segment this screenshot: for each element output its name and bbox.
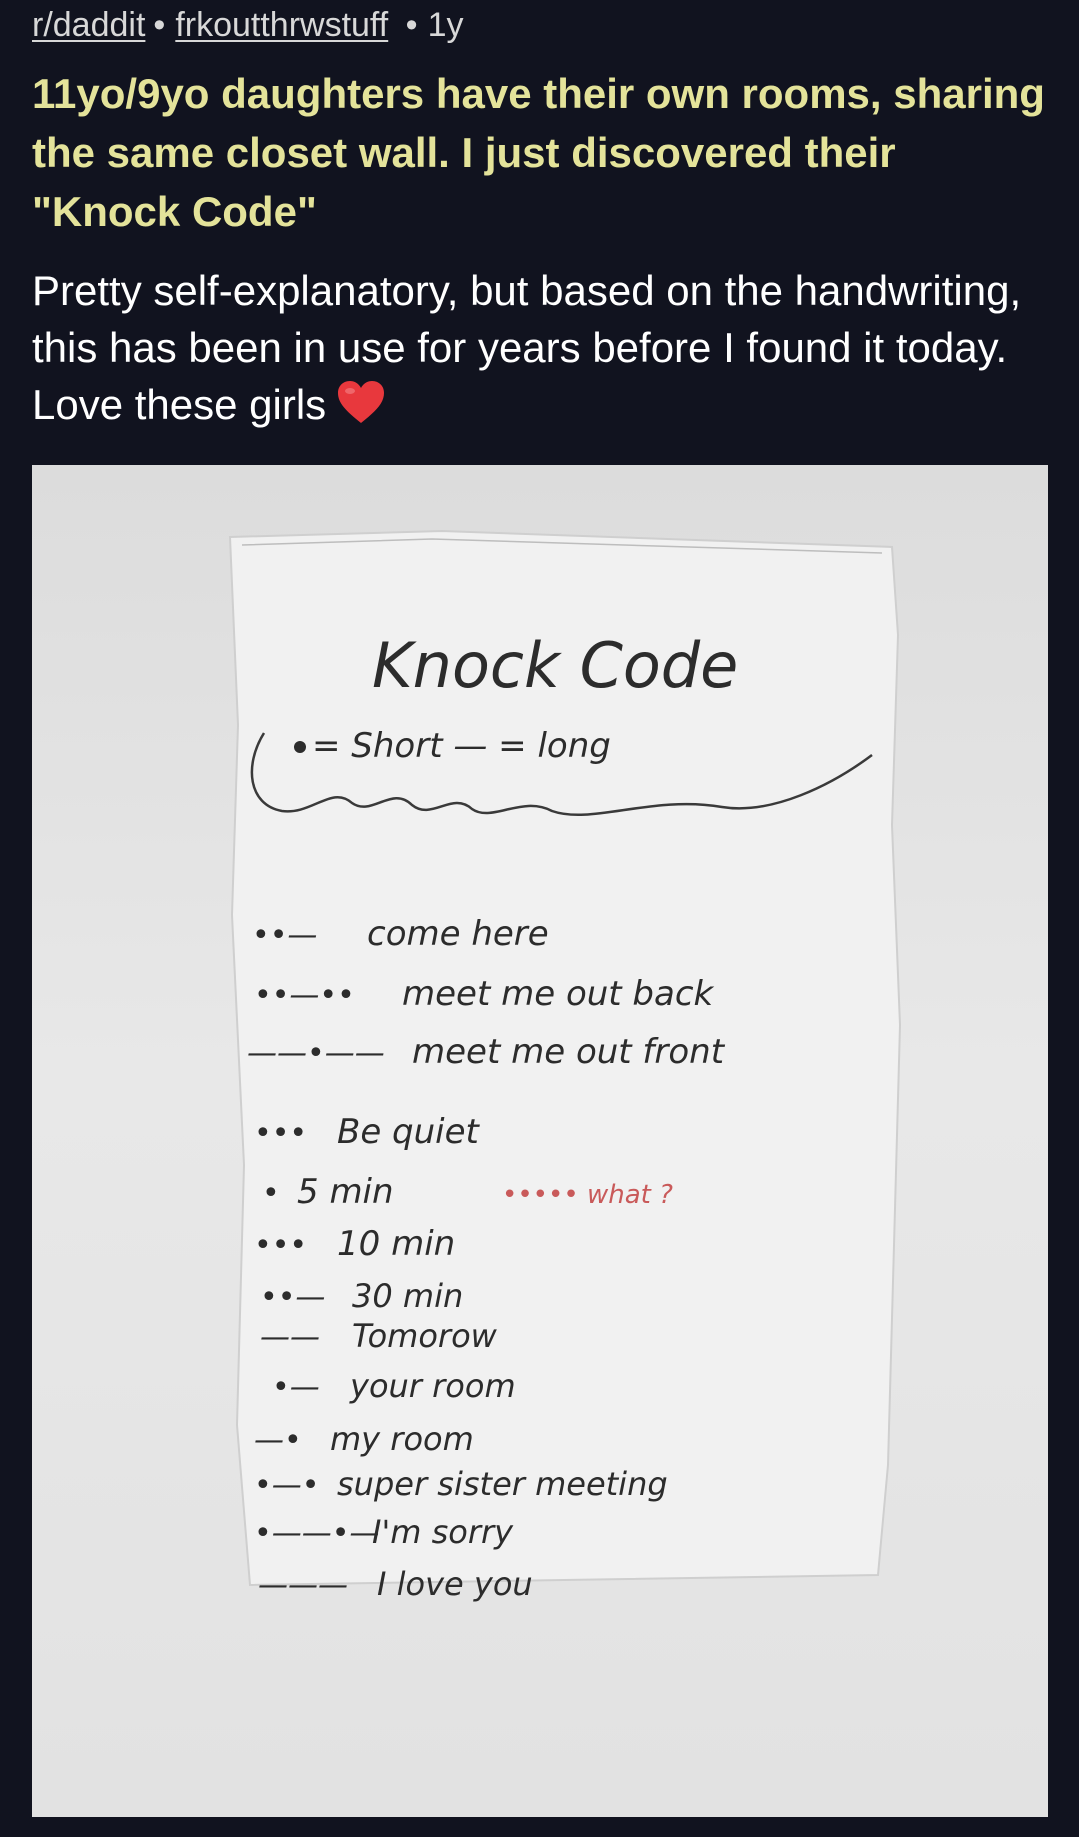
code-row: ••• Be quiet xyxy=(254,1112,481,1152)
code-row: ——•—— meet me out front xyxy=(247,1032,726,1072)
code-row: —— Tomorow xyxy=(260,1317,498,1355)
code-meaning: my room xyxy=(330,1420,474,1458)
code-meaning: come here xyxy=(367,914,549,954)
post-title[interactable]: 11yo/9yo daughters have their own rooms,… xyxy=(32,64,1052,241)
separator-dot: • xyxy=(153,6,166,44)
note-legend: = Short — = long xyxy=(312,726,611,766)
code-row: ••• 10 min xyxy=(254,1224,455,1264)
code-symbols: •—• xyxy=(254,1468,319,1503)
code-meaning: 5 min xyxy=(297,1172,394,1212)
code-row: —• my room xyxy=(254,1420,474,1458)
code-symbols: ••— xyxy=(260,1280,325,1315)
code-symbols: ••• xyxy=(254,1228,307,1263)
red-annotation: ••••• what ? xyxy=(502,1180,673,1210)
short-dot-mark xyxy=(294,741,306,753)
code-row: •——•—I'm sorry xyxy=(254,1513,514,1551)
code-symbols: ••—•• xyxy=(254,978,355,1013)
code-symbols: ——•—— xyxy=(247,1036,385,1071)
subreddit-link[interactable]: r/daddit xyxy=(32,6,145,44)
code-row: •—• super sister meeting xyxy=(254,1465,668,1503)
post-image[interactable]: Knock Code = Short — = long ••— come here… xyxy=(32,465,1048,1817)
note-heading: Knock Code xyxy=(372,629,738,702)
post-body-text: Pretty self-explanatory, but based on th… xyxy=(32,267,1022,428)
author-link[interactable]: frkoutthrwstuff xyxy=(175,6,388,44)
code-row: ••— come here xyxy=(252,914,549,954)
post-body: Pretty self-explanatory, but based on th… xyxy=(32,262,1062,439)
red-heart-emoji-icon xyxy=(336,379,386,439)
post-meta: r/daddit • frkoutthrwstuff • 1y xyxy=(32,6,464,45)
code-symbols: •— xyxy=(272,1370,320,1405)
code-symbols: ••• xyxy=(254,1116,307,1151)
knock-code-note-photo: Knock Code = Short — = long ••— come here… xyxy=(228,529,902,1603)
code-symbols: •——•— xyxy=(254,1516,379,1551)
code-symbols: ••— xyxy=(252,918,317,953)
code-meaning: 30 min xyxy=(352,1277,463,1315)
code-meaning: I'm sorry xyxy=(372,1513,514,1551)
code-symbols: ——— xyxy=(258,1568,348,1603)
code-row: •— your room xyxy=(272,1367,516,1405)
code-symbols: —— xyxy=(260,1320,320,1355)
code-row: ——— I love you xyxy=(258,1565,533,1603)
code-meaning: 10 min xyxy=(337,1224,455,1264)
code-meaning: I love you xyxy=(377,1565,533,1603)
code-row: ••— 30 min xyxy=(260,1277,463,1315)
code-meaning: meet me out back xyxy=(402,974,715,1014)
separator-dot: • xyxy=(396,6,418,44)
code-symbols: —• xyxy=(254,1423,302,1458)
code-symbols: • xyxy=(262,1176,280,1211)
code-meaning: meet me out front xyxy=(412,1032,726,1072)
code-meaning: super sister meeting xyxy=(337,1465,668,1503)
code-meaning: Be quiet xyxy=(337,1112,481,1152)
code-row: ••—•• meet me out back xyxy=(254,974,715,1014)
code-meaning: Tomorow xyxy=(352,1317,498,1355)
post-age: 1y xyxy=(427,6,464,44)
code-meaning: your room xyxy=(349,1367,516,1405)
